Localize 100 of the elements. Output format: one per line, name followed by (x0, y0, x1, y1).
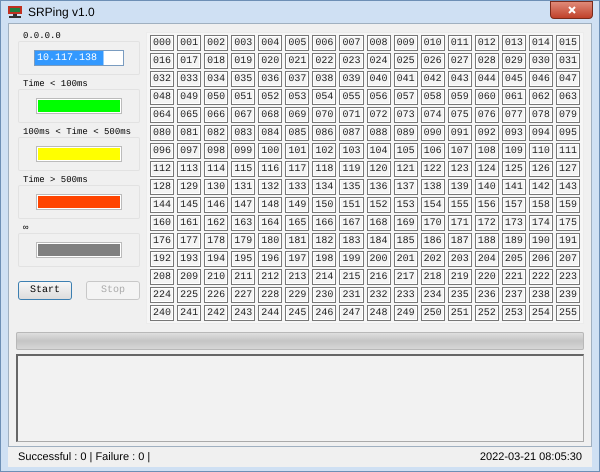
host-cell: 133 (285, 179, 310, 195)
host-cell: 129 (177, 179, 202, 195)
host-cell: 102 (312, 143, 336, 159)
host-cell: 055 (339, 89, 364, 105)
close-icon (566, 5, 576, 15)
host-cell: 104 (366, 143, 391, 159)
host-cell: 181 (285, 233, 310, 249)
host-cell: 194 (204, 251, 228, 267)
host-cell: 088 (366, 125, 391, 141)
host-cell: 245 (285, 305, 310, 321)
host-cell: 152 (366, 197, 391, 213)
host-cell: 079 (556, 107, 580, 123)
host-cell: 026 (420, 53, 445, 69)
host-cell: 151 (339, 197, 364, 213)
host-cell: 193 (177, 251, 202, 267)
host-cell: 016 (150, 53, 174, 69)
host-cell: 198 (312, 251, 336, 267)
host-cell: 114 (204, 161, 228, 177)
close-button[interactable] (550, 1, 593, 19)
host-cell: 177 (177, 233, 202, 249)
host-cell: 123 (448, 161, 472, 177)
host-cell: 153 (394, 197, 418, 213)
host-cell: 028 (474, 53, 499, 69)
host-cell: 033 (177, 71, 202, 87)
host-cell: 202 (420, 251, 445, 267)
host-cell: 020 (258, 53, 282, 69)
host-cell: 205 (502, 251, 526, 267)
host-cell: 246 (312, 305, 336, 321)
host-cell: 248 (366, 305, 391, 321)
host-cell: 146 (204, 197, 228, 213)
host-cell: 056 (366, 89, 391, 105)
host-cell: 155 (448, 197, 472, 213)
host-cell: 059 (448, 89, 472, 105)
host-cell: 191 (556, 233, 580, 249)
status-counts: Successful : 0 | Failure : 0 | (18, 451, 150, 463)
host-cell: 001 (177, 35, 202, 51)
host-cell: 172 (474, 215, 499, 231)
host-cell: 085 (285, 125, 310, 141)
host-cell: 099 (231, 143, 256, 159)
host-cell: 069 (285, 107, 310, 123)
host-cell: 023 (339, 53, 364, 69)
host-cell: 008 (366, 35, 391, 51)
host-cell: 030 (528, 53, 553, 69)
host-cell: 190 (528, 233, 553, 249)
host-cell: 243 (231, 305, 256, 321)
host-cell: 192 (150, 251, 174, 267)
host-cell: 221 (502, 269, 526, 285)
host-cell: 126 (528, 161, 553, 177)
host-cell: 098 (204, 143, 228, 159)
host-cell: 058 (420, 89, 445, 105)
host-cell: 241 (177, 305, 202, 321)
host-cell: 076 (474, 107, 499, 123)
host-cell: 141 (502, 179, 526, 195)
host-cell: 116 (258, 161, 282, 177)
host-cell: 136 (366, 179, 391, 195)
host-cell: 224 (150, 287, 174, 303)
host-cell: 060 (474, 89, 499, 105)
host-cell: 161 (177, 215, 202, 231)
host-cell: 212 (258, 269, 282, 285)
host-cell: 109 (502, 143, 526, 159)
host-cell: 232 (366, 287, 391, 303)
host-cell: 042 (420, 71, 445, 87)
host-cell: 075 (448, 107, 472, 123)
host-cell: 138 (420, 179, 445, 195)
host-cell: 043 (448, 71, 472, 87)
host-cell: 081 (177, 125, 202, 141)
host-cell: 204 (474, 251, 499, 267)
host-cell: 124 (474, 161, 499, 177)
host-cell: 234 (420, 287, 445, 303)
ip-field[interactable]: 10.117.138 (34, 50, 124, 66)
host-cell: 084 (258, 125, 282, 141)
host-cell: 206 (528, 251, 553, 267)
legend-label: 100ms < Time < 500ms (21, 127, 134, 137)
host-cell: 145 (177, 197, 202, 213)
host-cell: 207 (556, 251, 580, 267)
host-cell: 022 (312, 53, 336, 69)
host-cell: 111 (556, 143, 580, 159)
host-cell: 139 (448, 179, 472, 195)
host-cell: 107 (448, 143, 472, 159)
host-cell: 070 (312, 107, 336, 123)
host-cell: 110 (528, 143, 553, 159)
host-cell: 239 (556, 287, 580, 303)
host-cell: 096 (150, 143, 174, 159)
host-cell: 093 (502, 125, 526, 141)
host-cell: 175 (556, 215, 580, 231)
host-cell: 244 (258, 305, 282, 321)
host-cell: 045 (502, 71, 526, 87)
host-cell: 048 (150, 89, 174, 105)
start-button[interactable]: Start (18, 281, 72, 300)
legend-label: Time < 100ms (21, 79, 90, 89)
host-cell: 052 (258, 89, 282, 105)
host-cell: 100 (258, 143, 282, 159)
host-cell: 014 (528, 35, 553, 51)
host-cell: 082 (204, 125, 228, 141)
host-cell: 103 (339, 143, 364, 159)
host-cell: 012 (474, 35, 499, 51)
host-cell: 225 (177, 287, 202, 303)
host-cell: 179 (231, 233, 256, 249)
host-cell: 053 (285, 89, 310, 105)
host-cell: 013 (502, 35, 526, 51)
